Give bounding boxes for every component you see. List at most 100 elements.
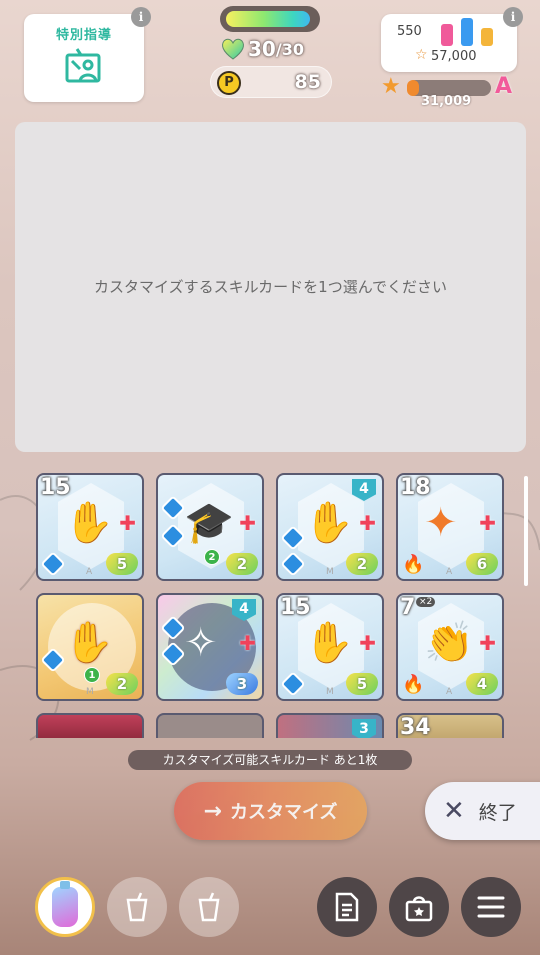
card-cost: 15 (280, 595, 311, 620)
card-heart-value: 6 (466, 553, 498, 575)
menu-button[interactable] (461, 877, 521, 937)
hamburger-menu-icon (477, 896, 505, 918)
skill-card[interactable]: ✋ 15 ✚ M 5 (276, 593, 384, 701)
baton-hand-icon: ✋ (304, 500, 354, 546)
document-icon (335, 892, 359, 922)
drink-slot-empty-2[interactable] (179, 877, 239, 937)
card-heart-value: 2 (106, 673, 138, 695)
lesson-info-icon[interactable]: i (131, 7, 151, 27)
card-upgrade-badge: 3 (352, 719, 376, 738)
skill-card[interactable]: ✋ 4 ✚ M 2 (276, 473, 384, 581)
stamina-max: /30 (275, 39, 304, 59)
customize-button[interactable]: → カスタマイズ (174, 782, 367, 840)
card-heart-value: 5 (106, 553, 138, 575)
plus-icon: ✚ (239, 511, 256, 535)
stamina-current: 30 (248, 37, 276, 61)
hand-icon: ✋ (64, 500, 114, 546)
points-display: P 85 (210, 66, 332, 98)
lesson-board-icon (65, 48, 101, 83)
card-letter: A (446, 567, 453, 577)
card-letter: M (86, 687, 94, 697)
skill-card[interactable]: 3 (276, 713, 384, 738)
item-box-button[interactable] (389, 877, 449, 937)
plus-icon: ✚ (239, 631, 256, 655)
flame-icon: 🔥 (402, 674, 425, 695)
skill-type-icon (280, 671, 306, 697)
special-lesson-card[interactable]: 特別指導 (24, 14, 144, 102)
card-cost: 34 (400, 715, 431, 738)
document-button[interactable] (317, 877, 377, 937)
rank-progress-fill (407, 80, 419, 96)
skill-type-icon (40, 551, 66, 577)
plus-icon: ✚ (359, 511, 376, 535)
rank-star-icon: ★ (381, 74, 401, 99)
skill-card[interactable] (36, 713, 144, 738)
stats-value-2: 57,000 (431, 49, 477, 64)
drink-bottle-button[interactable] (35, 877, 95, 937)
drink-slot-empty-1[interactable] (107, 877, 167, 937)
card-heart-value: 2 (346, 553, 378, 575)
plus-icon: ✚ (119, 511, 136, 535)
card-cost: 15 (40, 475, 71, 500)
selection-message: カスタマイズするスキルカードを1つ選んでください (94, 277, 447, 296)
skill-type-icon (280, 551, 306, 577)
skill-card[interactable]: 👏 7 ×2 ✚ 🔥 A 4 (396, 593, 504, 701)
card-level-badge: 1 (84, 667, 100, 683)
hand-icon: ✋ (304, 620, 354, 666)
p-coin-icon: P (217, 71, 241, 95)
stats-value-1: 550 (397, 24, 422, 39)
cup-icon (126, 892, 148, 922)
points-value: 85 (294, 71, 321, 93)
stamina-bar-fill (226, 11, 310, 27)
special-lesson-title: 特別指導 (55, 28, 112, 43)
heart-icon (222, 38, 244, 60)
card-letter: A (446, 687, 453, 697)
card-heart-value: 2 (226, 553, 258, 575)
hand-icon: ✋ (64, 620, 114, 666)
rank-display: ★ 31,009 A (381, 74, 521, 110)
skill-card[interactable]: 🎓 ✚ 2 2 (156, 473, 264, 581)
end-button[interactable]: ✕ 終了 (425, 782, 540, 840)
card-heart-value: 3 (226, 673, 258, 695)
end-button-label: 終了 (478, 801, 517, 824)
skill-card[interactable]: ✋ 1 M 2 (36, 593, 144, 701)
plus-icon: ✚ (479, 631, 496, 655)
card-heart-value: 5 (346, 673, 378, 695)
card-cost: 18 (400, 475, 431, 500)
plus-icon: ✚ (359, 631, 376, 655)
close-icon: ✕ (443, 796, 465, 826)
card-cost: 7 (400, 595, 416, 620)
skill-card[interactable]: ✧ 4 ✚ 3 (156, 593, 264, 701)
stat-bar-pink (441, 24, 453, 46)
plus-icon: ✚ (479, 511, 496, 535)
cup-icon (198, 892, 220, 922)
cap-icon: 🎓 (184, 500, 234, 546)
flame-icon: 🔥 (402, 554, 425, 575)
arrow-right-icon: → (203, 798, 222, 824)
skill-card[interactable]: ✋ 15 ✚ A 5 (36, 473, 144, 581)
card-level-badge: 2 (204, 549, 220, 565)
rank-score: 31,009 (421, 94, 472, 109)
clap-icon: 👏 (424, 620, 474, 666)
stage-light-icon: ✧ (184, 620, 218, 666)
gift-box-icon (405, 896, 433, 922)
stats-info-icon[interactable]: i (503, 7, 523, 27)
stamina-readout: 30 /30 (220, 36, 304, 62)
card-list-scrollbar[interactable] (524, 476, 528, 586)
stat-bar-yellow (481, 28, 493, 46)
remaining-count-label: カスタマイズ可能スキルカード あと1枚 (128, 750, 412, 770)
skill-card[interactable] (156, 713, 264, 738)
stats-card[interactable]: 550 ☆ 57,000 (381, 14, 517, 72)
card-letter: M (326, 687, 334, 697)
stat-bar-blue (461, 18, 473, 46)
card-letter: A (86, 567, 93, 577)
skill-card[interactable]: 34 (396, 713, 504, 738)
skill-card[interactable]: ✦ 18 ✚ 🔥 A 6 (396, 473, 504, 581)
customize-button-label: カスタマイズ (229, 802, 338, 823)
stamina-bar (220, 6, 320, 32)
rank-letter: A (495, 74, 513, 99)
card-multiplier: ×2 (416, 597, 436, 607)
selection-panel: カスタマイズするスキルカードを1つ選んでください (15, 122, 526, 452)
skill-card-grid[interactable]: ✋ 15 ✚ A 5 🎓 ✚ 2 2 ✋ 4 ✚ M 2 ✦ 18 ✚ 🔥 A … (36, 473, 506, 738)
card-heart-value: 4 (466, 673, 498, 695)
